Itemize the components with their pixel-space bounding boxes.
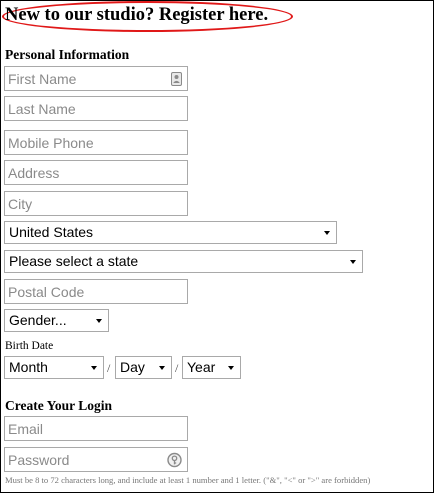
date-separator: /: [175, 361, 179, 375]
password-manager-key-icon[interactable]: [167, 452, 182, 473]
first-name-input[interactable]: [5, 67, 187, 90]
address-field[interactable]: [4, 160, 188, 185]
chevron-down-icon: [91, 366, 97, 370]
birth-day-select[interactable]: Day: [115, 356, 172, 379]
gender-select[interactable]: Gender...: [4, 309, 109, 332]
mobile-phone-input[interactable]: [5, 131, 187, 154]
first-name-field[interactable]: [4, 66, 188, 91]
country-select[interactable]: United States: [4, 221, 337, 244]
state-select[interactable]: Please select a state: [4, 250, 363, 273]
postal-code-field[interactable]: [4, 279, 188, 304]
city-field[interactable]: [4, 191, 188, 216]
postal-code-input[interactable]: [5, 280, 187, 303]
state-select-value: Please select a state: [9, 253, 139, 269]
birth-date-label: Birth Date: [5, 340, 54, 352]
email-input[interactable]: [5, 417, 187, 440]
city-input[interactable]: [5, 192, 187, 215]
birth-month-value: Month: [9, 359, 48, 375]
birth-year-value: Year: [187, 359, 216, 375]
personal-information-title: Personal Information: [5, 47, 130, 62]
address-input[interactable]: [5, 161, 187, 184]
last-name-field[interactable]: [4, 96, 188, 121]
country-select-value: United States: [9, 224, 94, 240]
contact-card-icon[interactable]: [171, 72, 182, 91]
password-requirements-hint: Must be 8 to 72 characters long, and inc…: [5, 475, 371, 485]
create-login-title: Create Your Login: [5, 398, 112, 413]
date-separator: /: [107, 361, 111, 375]
gender-select-value: Gender...: [9, 312, 67, 328]
chevron-down-icon: [96, 319, 102, 323]
email-field[interactable]: [4, 416, 188, 441]
mobile-phone-field[interactable]: [4, 130, 188, 155]
registration-panel: New to our studio? Register here. Person…: [0, 0, 434, 493]
chevron-down-icon: [159, 366, 165, 370]
birth-year-select[interactable]: Year: [182, 356, 241, 379]
password-field[interactable]: [4, 447, 188, 472]
chevron-down-icon: [324, 231, 330, 235]
password-input[interactable]: [5, 448, 187, 471]
birth-month-select[interactable]: Month: [4, 356, 104, 379]
chevron-down-icon: [228, 366, 234, 370]
last-name-input[interactable]: [5, 97, 187, 120]
chevron-down-icon: [350, 260, 356, 264]
page-title: New to our studio? Register here.: [5, 5, 269, 25]
birth-day-value: Day: [120, 359, 145, 375]
